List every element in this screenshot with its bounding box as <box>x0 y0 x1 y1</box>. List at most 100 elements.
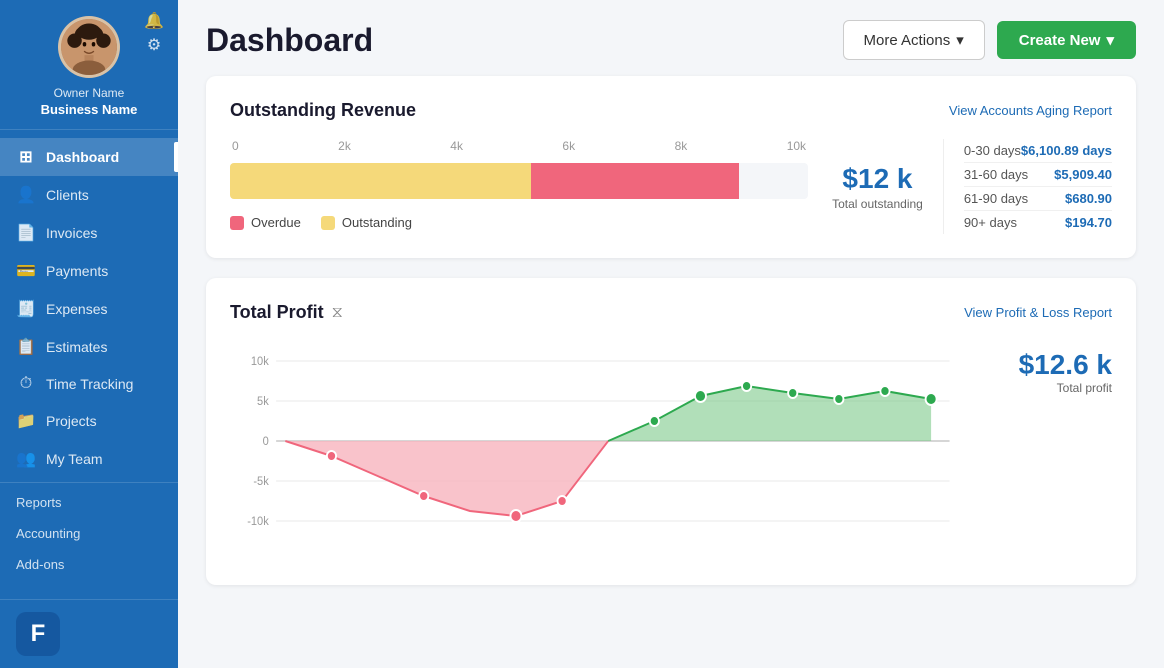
aging-row: 31-60 days $5,909.40 <box>964 163 1112 187</box>
dashboard-icon: ⊞ <box>16 147 36 167</box>
sidebar-item-reports[interactable]: Reports <box>0 487 178 518</box>
view-aging-report-link[interactable]: View Accounts Aging Report <box>949 103 1112 118</box>
clients-label: Clients <box>46 187 89 203</box>
sidebar-item-dashboard[interactable]: ⊞ Dashboard <box>0 138 178 176</box>
avatar[interactable] <box>58 16 120 78</box>
payments-icon: 💳 <box>16 261 36 281</box>
aging-range: 90+ days <box>964 215 1017 230</box>
overdue-label: Overdue <box>251 215 301 230</box>
axis-0: 0 <box>232 139 239 153</box>
sidebar-item-payments[interactable]: 💳 Payments <box>0 252 178 290</box>
profit-svg: 10k 5k 0 -5k -10k <box>230 341 968 541</box>
profit-chart-area: 10k 5k 0 -5k -10k <box>230 341 1112 561</box>
total-profit-header: Total Profit ⧖ View Profit & Loss Report <box>230 302 1112 323</box>
sidebar-nav: ⊞ Dashboard 👤 Clients 📄 Invoices 💳 Payme… <box>0 130 178 599</box>
profit-graph: 10k 5k 0 -5k -10k <box>230 341 968 561</box>
total-outstanding: $12 k Total outstanding <box>832 139 944 234</box>
estimates-label: Estimates <box>46 339 107 355</box>
outstanding-revenue-card: Outstanding Revenue View Accounts Aging … <box>206 76 1136 258</box>
bar-legend: Overdue Outstanding <box>230 215 808 230</box>
overdue-dot <box>230 216 244 230</box>
create-new-button[interactable]: Create New ▾ <box>997 21 1136 59</box>
revenue-summary: $12 k Total outstanding 0-30 days $6,100… <box>832 139 1112 234</box>
total-profit-title: Total Profit <box>230 302 324 323</box>
more-actions-button[interactable]: More Actions ▾ <box>843 20 985 60</box>
total-amount: $12 k <box>842 163 912 195</box>
svg-text:0: 0 <box>263 436 269 448</box>
nav-divider <box>0 482 178 483</box>
page-title: Dashboard <box>206 22 373 59</box>
bar-outstanding <box>230 163 531 199</box>
owner-name: Owner Name <box>54 86 125 100</box>
aging-value: $5,909.40 <box>1054 167 1112 182</box>
freshbooks-logo[interactable]: F <box>16 612 60 656</box>
legend-overdue: Overdue <box>230 215 301 230</box>
sidebar-item-estimates[interactable]: 📋 Estimates <box>0 328 178 366</box>
axis-10k: 10k <box>787 139 806 153</box>
time-tracking-label: Time Tracking <box>46 376 133 392</box>
svg-text:10k: 10k <box>251 356 269 368</box>
expenses-label: Expenses <box>46 301 107 317</box>
avatar-image <box>61 19 117 75</box>
svg-text:-5k: -5k <box>253 476 269 488</box>
my-team-label: My Team <box>46 451 103 467</box>
svg-text:5k: 5k <box>257 396 269 408</box>
notifications-icon[interactable]: 🔔 <box>144 14 164 30</box>
outstanding-revenue-header: Outstanding Revenue View Accounts Aging … <box>230 100 1112 121</box>
aging-row: 90+ days $194.70 <box>964 211 1112 234</box>
sidebar-item-projects[interactable]: 📁 Projects <box>0 402 178 440</box>
outstanding-revenue-title: Outstanding Revenue <box>230 100 416 121</box>
outstanding-dot <box>321 216 335 230</box>
sidebar-item-invoices[interactable]: 📄 Invoices <box>0 214 178 252</box>
axis-4k: 4k <box>450 139 463 153</box>
time-tracking-icon: ⏱ <box>16 375 36 393</box>
projects-icon: 📁 <box>16 411 36 431</box>
estimates-icon: 📋 <box>16 337 36 357</box>
sidebar-profile: 🔔 ⚙ <box>0 0 178 130</box>
invoices-icon: 📄 <box>16 223 36 243</box>
profile-icons: 🔔 ⚙ <box>144 14 164 54</box>
payments-label: Payments <box>46 263 108 279</box>
filter-icon[interactable]: ⧖ <box>332 304 343 322</box>
sidebar-item-add-ons[interactable]: Add-ons <box>0 549 178 580</box>
sidebar-item-expenses[interactable]: 🧾 Expenses <box>0 290 178 328</box>
main-content: Dashboard More Actions ▾ Create New ▾ Ou… <box>178 0 1164 668</box>
settings-icon[interactable]: ⚙ <box>147 38 161 54</box>
sidebar-item-clients[interactable]: 👤 Clients <box>0 176 178 214</box>
axis-6k: 6k <box>562 139 575 153</box>
sidebar: 🔔 ⚙ <box>0 0 178 668</box>
aging-range: 31-60 days <box>964 167 1028 182</box>
expenses-icon: 🧾 <box>16 299 36 319</box>
clients-icon: 👤 <box>16 185 36 205</box>
bar-chart-container: 0 2k 4k 6k 8k 10k Overdue <box>230 139 808 234</box>
content-area: Outstanding Revenue View Accounts Aging … <box>178 76 1164 613</box>
chevron-down-icon: ▾ <box>956 31 964 49</box>
sidebar-item-time-tracking[interactable]: ⏱ Time Tracking <box>0 366 178 402</box>
total-profit-card: Total Profit ⧖ View Profit & Loss Report <box>206 278 1136 585</box>
bar-track <box>230 163 808 199</box>
chevron-down-icon-green: ▾ <box>1106 31 1114 49</box>
sidebar-item-my-team[interactable]: 👥 My Team <box>0 440 178 478</box>
aging-table: 0-30 days $6,100.89 days 31-60 days $5,9… <box>964 139 1112 234</box>
sidebar-footer: F <box>0 599 178 668</box>
sidebar-item-accounting[interactable]: Accounting <box>0 518 178 549</box>
invoices-label: Invoices <box>46 225 97 241</box>
revenue-chart-area: 0 2k 4k 6k 8k 10k Overdue <box>230 139 1112 234</box>
svg-text:-10k: -10k <box>247 516 269 528</box>
more-actions-label: More Actions <box>864 32 951 49</box>
freshbooks-letter: F <box>31 620 46 648</box>
business-name: Business Name <box>41 102 138 117</box>
profit-label: Total profit <box>1057 381 1112 395</box>
aging-value: $194.70 <box>1065 215 1112 230</box>
aging-value: $6,100.89 days <box>1021 143 1112 158</box>
aging-range: 0-30 days <box>964 143 1021 158</box>
profit-summary: $12.6 k Total profit <box>992 341 1112 561</box>
aging-range: 61-90 days <box>964 191 1028 206</box>
bar-axis: 0 2k 4k 6k 8k 10k <box>230 139 808 153</box>
bar-overdue <box>531 163 739 199</box>
view-profit-loss-link[interactable]: View Profit & Loss Report <box>964 305 1112 320</box>
create-new-label: Create New <box>1019 32 1101 49</box>
aging-row: 61-90 days $680.90 <box>964 187 1112 211</box>
aging-row: 0-30 days $6,100.89 days <box>964 139 1112 163</box>
axis-8k: 8k <box>675 139 688 153</box>
